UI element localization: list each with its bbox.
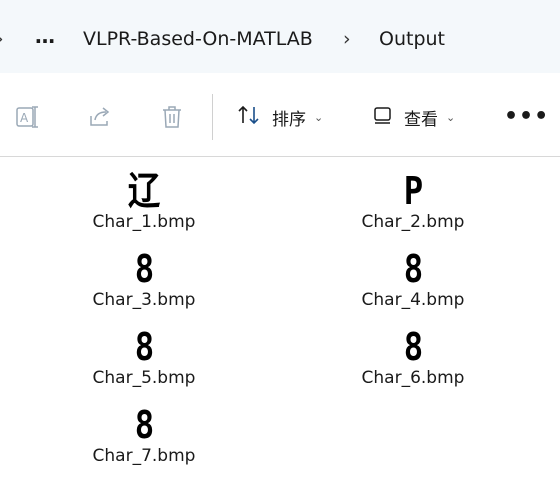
file-item[interactable]: P Char_2.bmp (333, 166, 493, 232)
file-item[interactable]: 8 Char_5.bmp (64, 322, 224, 388)
file-item[interactable]: 8 Char_7.bmp (64, 400, 224, 466)
file-thumbnail: P (403, 169, 423, 213)
sort-label: 排序 (272, 109, 306, 130)
file-thumbnail: 8 (403, 247, 423, 291)
chevron-right-icon[interactable]: › (0, 28, 4, 50)
chevron-down-icon: ⌄ (314, 110, 324, 124)
sort-icon (236, 103, 262, 132)
file-name: Char_5.bmp (92, 368, 196, 388)
file-name: Char_2.bmp (361, 212, 465, 232)
file-name: Char_4.bmp (361, 290, 465, 310)
file-name: Char_7.bmp (92, 446, 196, 466)
file-name: Char_1.bmp (92, 212, 196, 232)
breadcrumb-overflow-button[interactable]: … (35, 24, 56, 48)
rename-icon[interactable]: A (15, 104, 41, 130)
chevron-right-icon: › (343, 28, 351, 50)
file-thumbnail: 辽 (127, 169, 161, 213)
view-label: 查看 (404, 109, 438, 130)
file-name: Char_3.bmp (92, 290, 196, 310)
file-name: Char_6.bmp (361, 368, 465, 388)
chevron-down-icon: ⌄ (446, 110, 456, 124)
file-thumbnail: 8 (134, 403, 154, 447)
share-icon[interactable] (87, 104, 113, 130)
address-bar: › … VLPR-Based-On-MATLAB › Output (0, 0, 560, 73)
view-button[interactable]: 查看 ⌄ (372, 103, 455, 131)
sort-button[interactable]: 排序 ⌄ (236, 103, 323, 131)
delete-icon[interactable] (159, 104, 185, 130)
toolbar-divider (212, 94, 213, 140)
view-icon (372, 104, 394, 131)
file-item[interactable]: 辽 Char_1.bmp (64, 166, 224, 232)
file-item[interactable]: 8 Char_3.bmp (64, 244, 224, 310)
file-thumbnail: 8 (403, 325, 423, 369)
file-item[interactable]: 8 Char_4.bmp (333, 244, 493, 310)
file-thumbnail: 8 (134, 325, 154, 369)
svg-text:A: A (20, 111, 29, 125)
file-item[interactable]: 8 Char_6.bmp (333, 322, 493, 388)
command-bar: A 排序 ⌄ 查看 ⌄ ••• (0, 74, 560, 157)
file-thumbnail: 8 (134, 247, 154, 291)
more-options-button[interactable]: ••• (504, 104, 549, 129)
breadcrumb-item-output[interactable]: Output (379, 28, 445, 50)
breadcrumb-item-vlpr[interactable]: VLPR-Based-On-MATLAB (83, 28, 313, 50)
